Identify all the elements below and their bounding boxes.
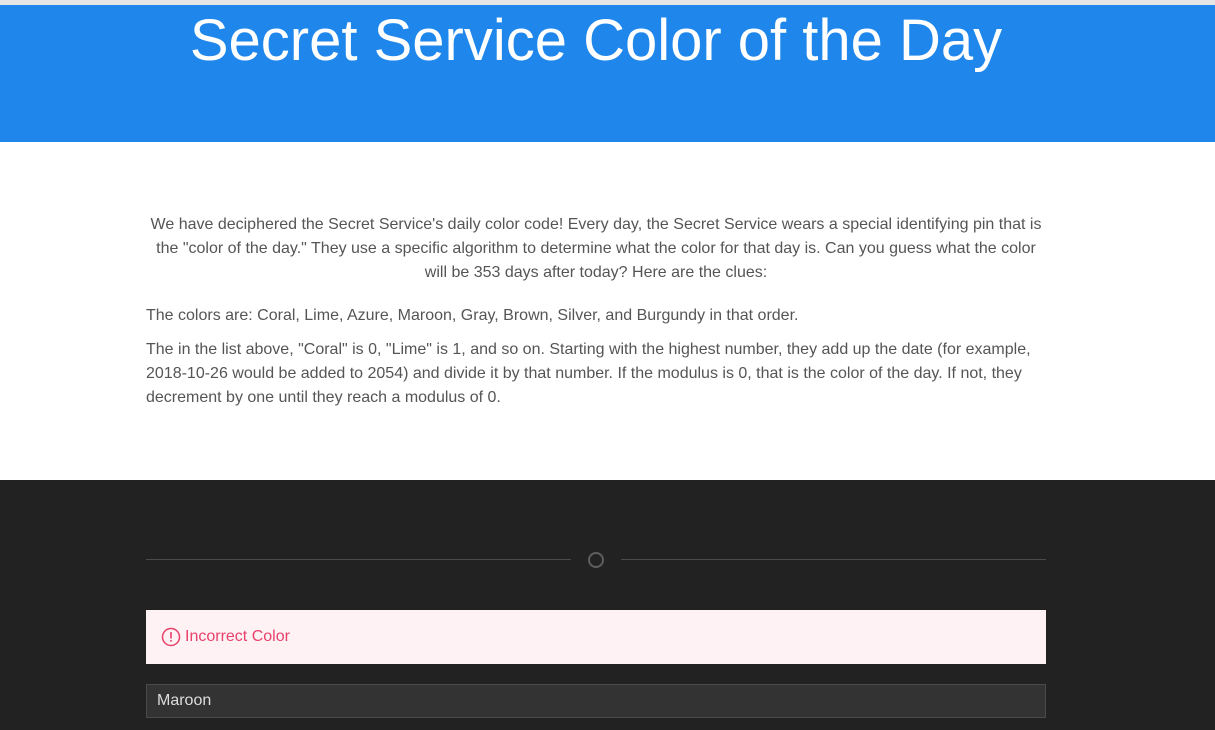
alert-message: Incorrect Color — [185, 628, 290, 645]
error-alert: Incorrect Color — [146, 610, 1046, 664]
main-content: We have deciphered the Secret Service's … — [0, 142, 1215, 480]
exclamation-circle-icon — [161, 627, 181, 647]
clue-algorithm: The in the list above, "Coral" is 0, "Li… — [146, 341, 1031, 406]
answer-section: Incorrect Color — [0, 480, 1215, 730]
circle-icon — [588, 552, 604, 568]
divider-line-left — [146, 559, 571, 560]
intro-text: We have deciphered the Secret Service's … — [150, 216, 1042, 281]
page-title: Secret Service Color of the Day — [189, 8, 1003, 73]
page-header: Secret Service Color of the Day — [0, 5, 1215, 142]
color-answer-input[interactable] — [146, 684, 1046, 718]
divider-line-right — [621, 559, 1046, 560]
clue-colors: The colors are: Coral, Lime, Azure, Maro… — [146, 307, 799, 324]
